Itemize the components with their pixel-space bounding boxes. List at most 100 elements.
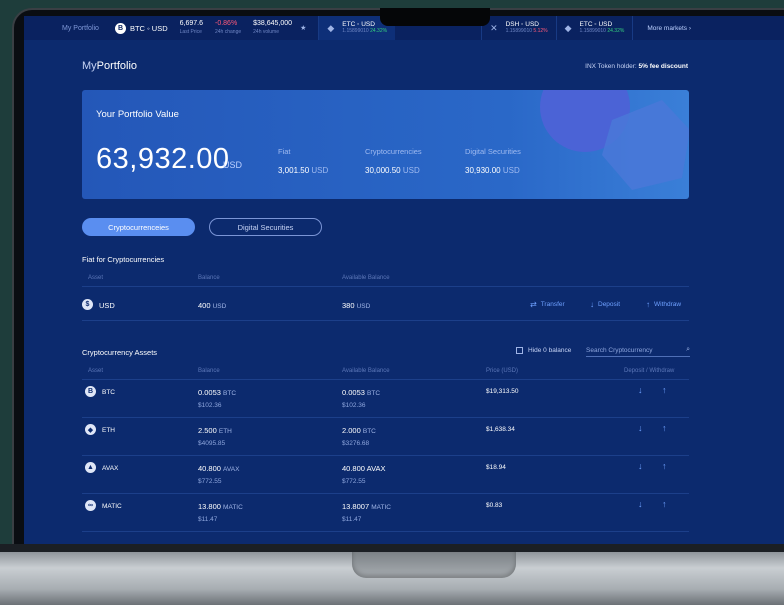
withdraw-arrow-icon[interactable]: ↑ — [662, 385, 667, 395]
market-segment-dsh[interactable]: ✕ DSH ◦ USD 1.15899010 5.12% — [481, 16, 556, 40]
fiat-breakdown: Fiat 3,001.50 USD — [278, 147, 328, 175]
asset-name: MATIC — [102, 503, 122, 510]
asset-tabs: Cryptocurrenceies Digital Securities — [82, 218, 322, 236]
my-portfolio-link[interactable]: My Portfolio — [62, 25, 99, 32]
page-title-prefix: My — [82, 60, 97, 72]
breakdown-value: 30,930.00 USD — [465, 166, 521, 175]
breakdown-label: Fiat — [278, 147, 291, 156]
available-unit: AVAX — [366, 464, 386, 473]
eth-icon: ◆ — [85, 424, 96, 435]
fiat-col-asset: Asset — [88, 275, 104, 281]
transfer-button[interactable]: ⇄ Transfer — [530, 300, 565, 309]
segment-sub: 1.15899010 24.32% — [342, 28, 387, 35]
withdraw-button[interactable]: ↑ Withdraw — [646, 300, 681, 309]
balance-value: 40.800 — [198, 464, 221, 473]
etc-icon: ◆ — [327, 22, 335, 33]
available-value: 13.8007 — [342, 502, 370, 511]
change-stat: -0.86% 24h change — [215, 20, 241, 36]
search-icon[interactable]: ⌕ — [686, 346, 690, 354]
volume-stat: $38,645,000 24h volume — [253, 20, 292, 36]
balance: 0.0053 BTC — [198, 388, 236, 397]
page-title: MyPortfolio — [82, 60, 137, 72]
segment-price: 1.15899010 — [579, 28, 606, 34]
available-value: 0.0053 — [342, 388, 365, 397]
more-markets-segment[interactable]: More markets › — [632, 16, 699, 40]
balance-unit: MATIC — [223, 504, 243, 511]
divider — [82, 286, 689, 287]
portfolio-total-unit: USD — [223, 160, 243, 170]
hide-zero-balance-toggle[interactable]: Hide 0 balance — [516, 347, 571, 354]
app-screen: My Portfolio B BTC ◦ USD 6,697.6 Last Pr… — [24, 16, 784, 544]
fiat-balance-value: 400 — [198, 301, 211, 310]
fiat-available: 380 USD — [342, 301, 370, 310]
available-value: 40.800 — [342, 464, 365, 473]
available: 0.0053 BTC — [342, 388, 380, 397]
favorite-star-icon[interactable]: ★ — [300, 24, 306, 32]
page-title-main: Portfolio — [96, 60, 138, 72]
balance-usd: $772.55 — [198, 478, 222, 485]
fiat-asset-name: USD — [99, 301, 115, 310]
breakdown-unit: USD — [402, 166, 420, 175]
deposit-button[interactable]: ↓ Deposit — [590, 300, 620, 309]
market-segment-etc-2[interactable]: ◆ ETC ◦ USD 1.15899010 24.32% — [555, 16, 633, 40]
crypto-breakdown: Cryptocurrencies 30,000.50 USD — [365, 147, 422, 175]
available-usd: $102.36 — [342, 402, 366, 409]
breakdown-amount: 30,000.50 — [365, 166, 401, 175]
transfer-icon: ⇄ — [530, 300, 537, 309]
deposit-arrow-icon[interactable]: ↓ — [638, 499, 643, 509]
crypto-search-input[interactable] — [586, 346, 676, 354]
balance: 13.800 MATIC — [198, 502, 243, 511]
available: 2.000 BTC — [342, 426, 376, 435]
available: 40.800 AVAX — [342, 464, 386, 473]
deposit-arrow-icon[interactable]: ↓ — [638, 385, 643, 395]
deposit-icon: ↓ — [590, 300, 594, 309]
fiat-col-balance: Balance — [198, 275, 220, 281]
segment-pair: DSH ◦ USD — [505, 21, 539, 28]
available-value: 2.000 — [342, 426, 361, 435]
balance-usd: $11.47 — [198, 516, 218, 523]
hide-zero-checkbox[interactable] — [516, 347, 523, 354]
price: $1,638.34 — [486, 426, 515, 433]
asset-name: AVAX — [102, 465, 119, 472]
withdraw-arrow-icon[interactable]: ↑ — [662, 499, 667, 509]
securities-breakdown: Digital Securities 30,930.00 USD — [465, 147, 521, 175]
volume-value: $38,645,000 — [253, 20, 293, 27]
deposit-arrow-icon[interactable]: ↓ — [638, 461, 643, 471]
last-price-label: Last Price — [179, 29, 202, 35]
tab-cryptocurrencies[interactable]: Cryptocurrenceies — [82, 218, 195, 236]
camera-notch — [380, 8, 490, 26]
balance: 40.800 AVAX — [198, 464, 239, 473]
price: $19,313.50 — [486, 388, 519, 395]
bitcoin-icon: B — [114, 22, 126, 34]
main-pair-label: BTC ◦ USD — [129, 23, 168, 33]
deposit-arrow-icon[interactable]: ↓ — [638, 423, 643, 433]
divider — [82, 417, 689, 418]
crypto-col-deposit-withdraw: Deposit / Withdraw — [624, 368, 675, 374]
available-unit: BTC — [367, 390, 381, 397]
withdraw-arrow-icon[interactable]: ↑ — [662, 423, 667, 433]
balance-value: 0.0053 — [198, 388, 221, 397]
usd-icon: $ — [82, 299, 93, 310]
tab-digital-securities[interactable]: Digital Securities — [209, 218, 322, 236]
withdraw-arrow-icon[interactable]: ↑ — [662, 461, 667, 471]
segment-sub: 1.15899010 24.32% — [580, 28, 625, 35]
more-markets-link[interactable]: More markets › — [647, 25, 691, 32]
divider — [82, 493, 689, 494]
available-usd: $11.47 — [342, 516, 362, 523]
crypto-section-title: Cryptocurrency Assets — [82, 348, 158, 357]
balance-usd: $102.36 — [198, 402, 222, 409]
divider — [82, 379, 689, 380]
laptop-hinge-notch — [352, 552, 516, 578]
crypto-col-available: Available Balance — [342, 368, 390, 374]
segment-change: 24.32% — [370, 28, 388, 34]
available-unit: MATIC — [371, 504, 391, 511]
fiat-available-unit: USD — [356, 303, 371, 310]
breakdown-amount: 30,930.00 — [465, 166, 501, 175]
token-note-prefix: INX Token holder: — [585, 63, 639, 70]
withdraw-icon: ↑ — [646, 300, 650, 309]
breakdown-value: 3,001.50 USD — [278, 166, 328, 175]
main-market-ticker[interactable]: B BTC ◦ USD 6,697.6 Last Price -0.86% 24… — [114, 20, 306, 36]
asset-name: BTC — [102, 389, 115, 396]
avax-icon: ▲ — [85, 462, 96, 473]
segment-price: 1.15899010 — [505, 28, 533, 34]
